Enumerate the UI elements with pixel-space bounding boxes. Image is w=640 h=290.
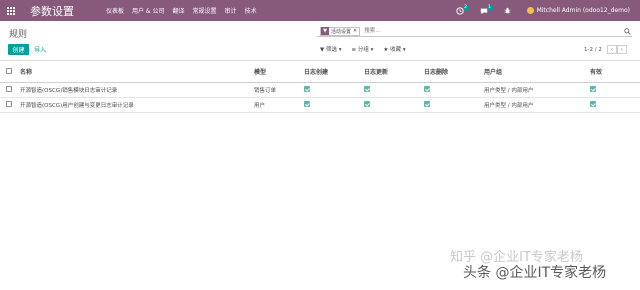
pager: 1-2 / 2 ‹ › <box>584 45 627 54</box>
log-write-checkbox <box>364 86 370 93</box>
column-log-create[interactable]: 日志创建 <box>302 61 362 83</box>
menu-general-settings[interactable]: 常规设置 <box>193 6 217 15</box>
table-row[interactable]: 开源智造(OSCG)销售模块日志审计记录 销售订单 用户类型 / 内部用户 <box>0 82 640 98</box>
user-avatar[interactable] <box>526 7 534 14</box>
activity-count-badge: 2 <box>462 4 469 11</box>
column-log-write[interactable]: 日志更新 <box>362 61 422 83</box>
menu-users-companies[interactable]: 用户 & 公司 <box>132 6 165 15</box>
pager-previous-icon[interactable]: ‹ <box>606 45 617 54</box>
group-by-label: 分组 <box>357 47 369 53</box>
row-checkbox[interactable] <box>6 86 12 93</box>
cell-model: 用户 <box>252 97 302 113</box>
create-button[interactable]: 创建 <box>8 44 29 55</box>
message-count-badge: 1 <box>486 4 493 11</box>
star-icon: ★ <box>383 47 389 53</box>
filters-label: 筛选 <box>325 47 337 53</box>
pager-value[interactable]: 1-2 / 2 <box>584 47 602 53</box>
menu-technical[interactable]: 技术 <box>245 6 257 15</box>
active-checkbox <box>590 86 596 93</box>
caret-down-icon: ▾ <box>402 47 406 53</box>
menu-audit[interactable]: 审计 <box>225 6 237 15</box>
table-row[interactable]: 开源智造(OSCG)用户创建与变更日志审计记录 用户 用户类型 / 内部用户 <box>0 97 640 113</box>
cell-name: 开源智造(OSCG)销售模块日志审计记录 <box>18 82 252 98</box>
apps-menu-icon[interactable] <box>0 0 22 21</box>
facet-label: 活动设置 <box>331 28 352 35</box>
log-unlink-checkbox <box>424 101 430 108</box>
caret-down-icon: ▾ <box>338 47 342 53</box>
search-bar: ▼ 活动设置 ✕ <box>317 26 632 37</box>
cell-groups: 用户类型 / 内部用户 <box>482 82 588 98</box>
top-navbar: 参数设置 仪表板 用户 & 公司 翻译 常规设置 审计 技术 2 1 Mitch… <box>0 0 640 21</box>
favorites-label: 收藏 <box>390 47 402 53</box>
column-model[interactable]: 模型 <box>252 61 302 83</box>
filter-icon: ▼ <box>320 47 325 53</box>
column-log-unlink[interactable]: 日志删除 <box>422 61 482 83</box>
menu-dashboard[interactable]: 仪表板 <box>106 6 124 15</box>
filters-button[interactable]: ▼ 筛选 ▾ <box>320 45 342 53</box>
log-unlink-checkbox <box>424 86 430 93</box>
table-header-row: 名称 模型 日志创建 日志更新 日志删除 用户组 有效 <box>0 61 640 83</box>
user-menu[interactable]: Mitchell Admin (odoo12_demo) <box>537 7 630 14</box>
caret-down-icon: ▾ <box>370 47 374 53</box>
pager-next-icon[interactable]: › <box>616 45 627 54</box>
log-write-checkbox <box>364 101 370 108</box>
row-checkbox[interactable] <box>6 101 12 108</box>
group-by-button[interactable]: ≡ 分组 ▾ <box>352 45 374 53</box>
favorites-button[interactable]: ★ 收藏 ▾ <box>383 45 405 53</box>
log-create-checkbox <box>304 86 310 93</box>
cell-name: 开源智造(OSCG)用户创建与变更日志审计记录 <box>18 97 252 113</box>
cell-model: 销售订单 <box>252 82 302 98</box>
log-create-checkbox <box>304 101 310 108</box>
column-groups[interactable]: 用户组 <box>482 61 588 83</box>
active-checkbox <box>590 101 596 108</box>
filter-funnel-icon: ▼ <box>321 27 329 35</box>
search-facet: ▼ 活动设置 ✕ <box>320 26 361 36</box>
watermark-toutiao: 头条 @企业IT专家老杨 <box>463 265 607 281</box>
messages-icon[interactable]: 1 <box>477 4 493 18</box>
bars-icon: ≡ <box>351 47 357 53</box>
rules-table: 名称 模型 日志创建 日志更新 日志删除 用户组 有效 开源智造(OSCG)销售… <box>0 61 640 113</box>
column-name[interactable]: 名称 <box>18 61 252 83</box>
breadcrumb: 规则 <box>9 30 28 40</box>
search-icon[interactable] <box>622 27 632 35</box>
app-title: 参数设置 <box>30 4 74 18</box>
activity-clock-icon[interactable]: 2 <box>453 4 469 18</box>
search-options: ▼ 筛选 ▾ ≡ 分组 ▾ ★ 收藏 ▾ <box>320 45 416 53</box>
control-panel: 规则 ▼ 活动设置 ✕ 创建 导入 ▼ 筛选 ▾ ≡ 分组 ▾ ★ 收藏 ▾ 1… <box>0 21 640 61</box>
debug-bug-icon[interactable] <box>501 4 515 18</box>
select-all-checkbox[interactable] <box>6 68 12 75</box>
import-button[interactable]: 导入 <box>34 44 46 55</box>
search-input[interactable] <box>364 26 622 36</box>
cell-groups: 用户类型 / 内部用户 <box>482 97 588 113</box>
menu-translations[interactable]: 翻译 <box>173 6 185 15</box>
facet-remove-icon[interactable]: ✕ <box>353 28 359 34</box>
column-active[interactable]: 有效 <box>588 61 640 83</box>
